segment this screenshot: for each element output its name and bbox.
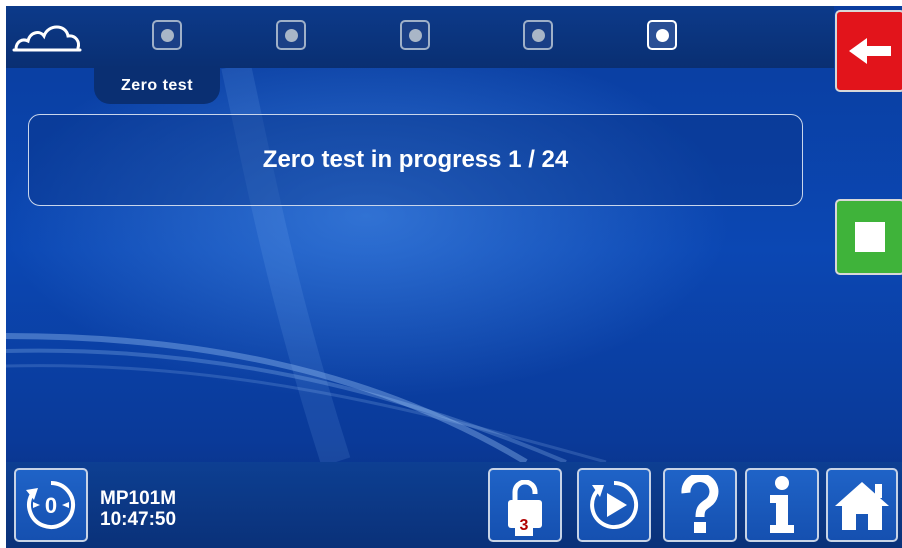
page-title: Zero test (94, 68, 220, 104)
bottom-bar: 0 MP101M 10:47:50 3 (6, 462, 902, 548)
stop-icon (855, 222, 885, 252)
zero-cycle-icon: 0 (26, 481, 76, 529)
top-bar (6, 6, 834, 68)
play-button[interactable] (577, 468, 651, 542)
screen: Zero test Zero test in progress 1 / 24 0… (6, 6, 902, 548)
clock-time: 10:47:50 (100, 509, 177, 530)
zero-cycle-button[interactable]: 0 (14, 468, 88, 542)
help-button[interactable] (663, 468, 737, 542)
lock-level-badge: 3 (515, 516, 533, 536)
question-icon (681, 475, 719, 533)
step-indicator-3 (400, 20, 430, 50)
info-button[interactable] (745, 468, 819, 542)
info-icon (770, 476, 794, 533)
status-message-box: Zero test in progress 1 / 24 (28, 114, 803, 206)
step-indicator-2 (276, 20, 306, 50)
home-button[interactable] (826, 468, 898, 542)
cloud-logo-icon (12, 25, 82, 52)
status-message: Zero test in progress 1 / 24 (262, 146, 569, 173)
unlock-button[interactable]: 3 (488, 468, 562, 542)
device-name: MP101M (100, 488, 177, 509)
svg-text:0: 0 (45, 493, 57, 518)
step-indicator-5-active (647, 20, 677, 50)
step-indicator-4 (523, 20, 553, 50)
play-icon (590, 480, 639, 529)
step-indicator-1 (152, 20, 182, 50)
arrow-left-icon (849, 38, 891, 64)
home-icon (835, 482, 889, 530)
back-button[interactable] (835, 10, 902, 92)
stop-button[interactable] (835, 199, 902, 275)
